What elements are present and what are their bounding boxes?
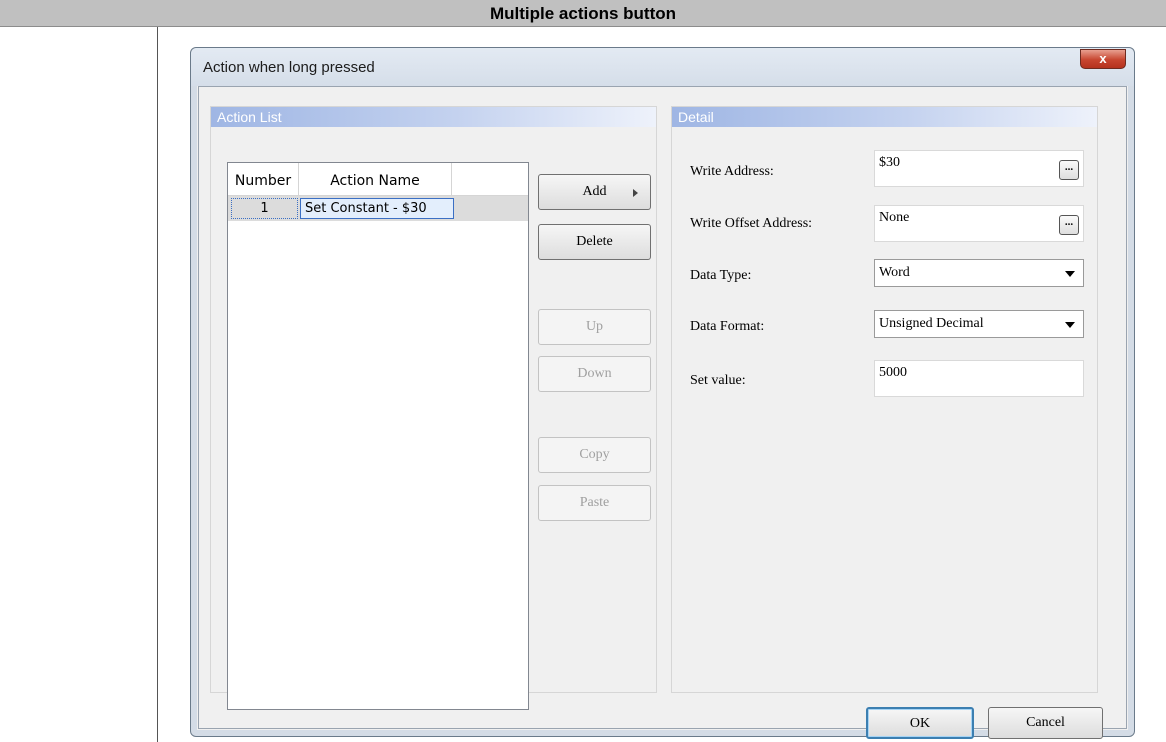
add-button-label: Add xyxy=(582,184,607,199)
data-type-label: Data Type: xyxy=(690,268,752,283)
dropdown-arrow-icon xyxy=(1065,322,1075,328)
doc-header-title: Multiple actions button xyxy=(489,4,677,23)
row-action-name-cell: Set Constant - $30 xyxy=(300,198,454,219)
dialog-titlebar: Action when long pressed x xyxy=(191,48,1134,86)
data-type-value: Word xyxy=(879,265,910,280)
action-list[interactable]: Number Action Name 1 Set Constant - $30 xyxy=(227,162,529,710)
down-button[interactable]: Down xyxy=(538,356,651,392)
write-address-browse-button[interactable]: ... xyxy=(1059,160,1079,180)
close-button[interactable]: x xyxy=(1080,49,1126,69)
set-value-label: Set value: xyxy=(690,373,746,388)
doc-table-header: Multiple actions button xyxy=(0,0,1166,27)
write-offset-address-value: None xyxy=(879,210,910,225)
detail-title: Detail xyxy=(678,109,714,125)
data-format-value: Unsigned Decimal xyxy=(879,316,984,331)
write-address-value: $30 xyxy=(879,155,900,170)
ok-button[interactable]: OK xyxy=(866,707,974,739)
data-format-label: Data Format: xyxy=(690,319,765,334)
data-type-select[interactable]: Word xyxy=(874,259,1084,287)
copy-button[interactable]: Copy xyxy=(538,437,651,473)
set-value-field[interactable]: 5000 xyxy=(874,360,1084,397)
up-button[interactable]: Up xyxy=(538,309,651,345)
detail-panel-header: Detail xyxy=(672,107,1097,127)
table-row[interactable]: 1 Set Constant - $30 xyxy=(228,196,528,221)
detail-panel: Detail xyxy=(671,106,1098,693)
column-header-action-name-label: Action Name xyxy=(330,173,420,189)
action-list-header-row: Number Action Name xyxy=(228,163,528,196)
add-button[interactable]: Add xyxy=(538,174,651,210)
column-header-filler xyxy=(452,163,528,196)
delete-button[interactable]: Delete xyxy=(538,224,651,260)
action-list-title: Action List xyxy=(217,109,282,125)
close-icon: x xyxy=(1099,51,1107,66)
write-offset-browse-button[interactable]: ... xyxy=(1059,215,1079,235)
write-address-field[interactable]: $30 ... xyxy=(874,150,1084,187)
submenu-arrow-icon xyxy=(633,189,638,197)
dialog-title: Action when long pressed xyxy=(203,59,375,76)
cancel-button[interactable]: Cancel xyxy=(988,707,1103,739)
column-header-number[interactable]: Number xyxy=(228,163,299,196)
write-offset-address-field[interactable]: None ... xyxy=(874,205,1084,242)
action-list-panel-header: Action List xyxy=(211,107,656,127)
write-address-label: Write Address: xyxy=(690,164,774,179)
doc-left-cell xyxy=(0,27,158,742)
write-offset-address-label: Write Offset Address: xyxy=(690,216,813,231)
dropdown-arrow-icon xyxy=(1065,271,1075,277)
set-value-value: 5000 xyxy=(879,365,907,380)
row-number-cell: 1 xyxy=(231,198,298,219)
data-format-select[interactable]: Unsigned Decimal xyxy=(874,310,1084,338)
column-header-number-label: Number xyxy=(234,173,292,189)
paste-button[interactable]: Paste xyxy=(538,485,651,521)
column-header-action-name[interactable]: Action Name xyxy=(299,163,452,196)
